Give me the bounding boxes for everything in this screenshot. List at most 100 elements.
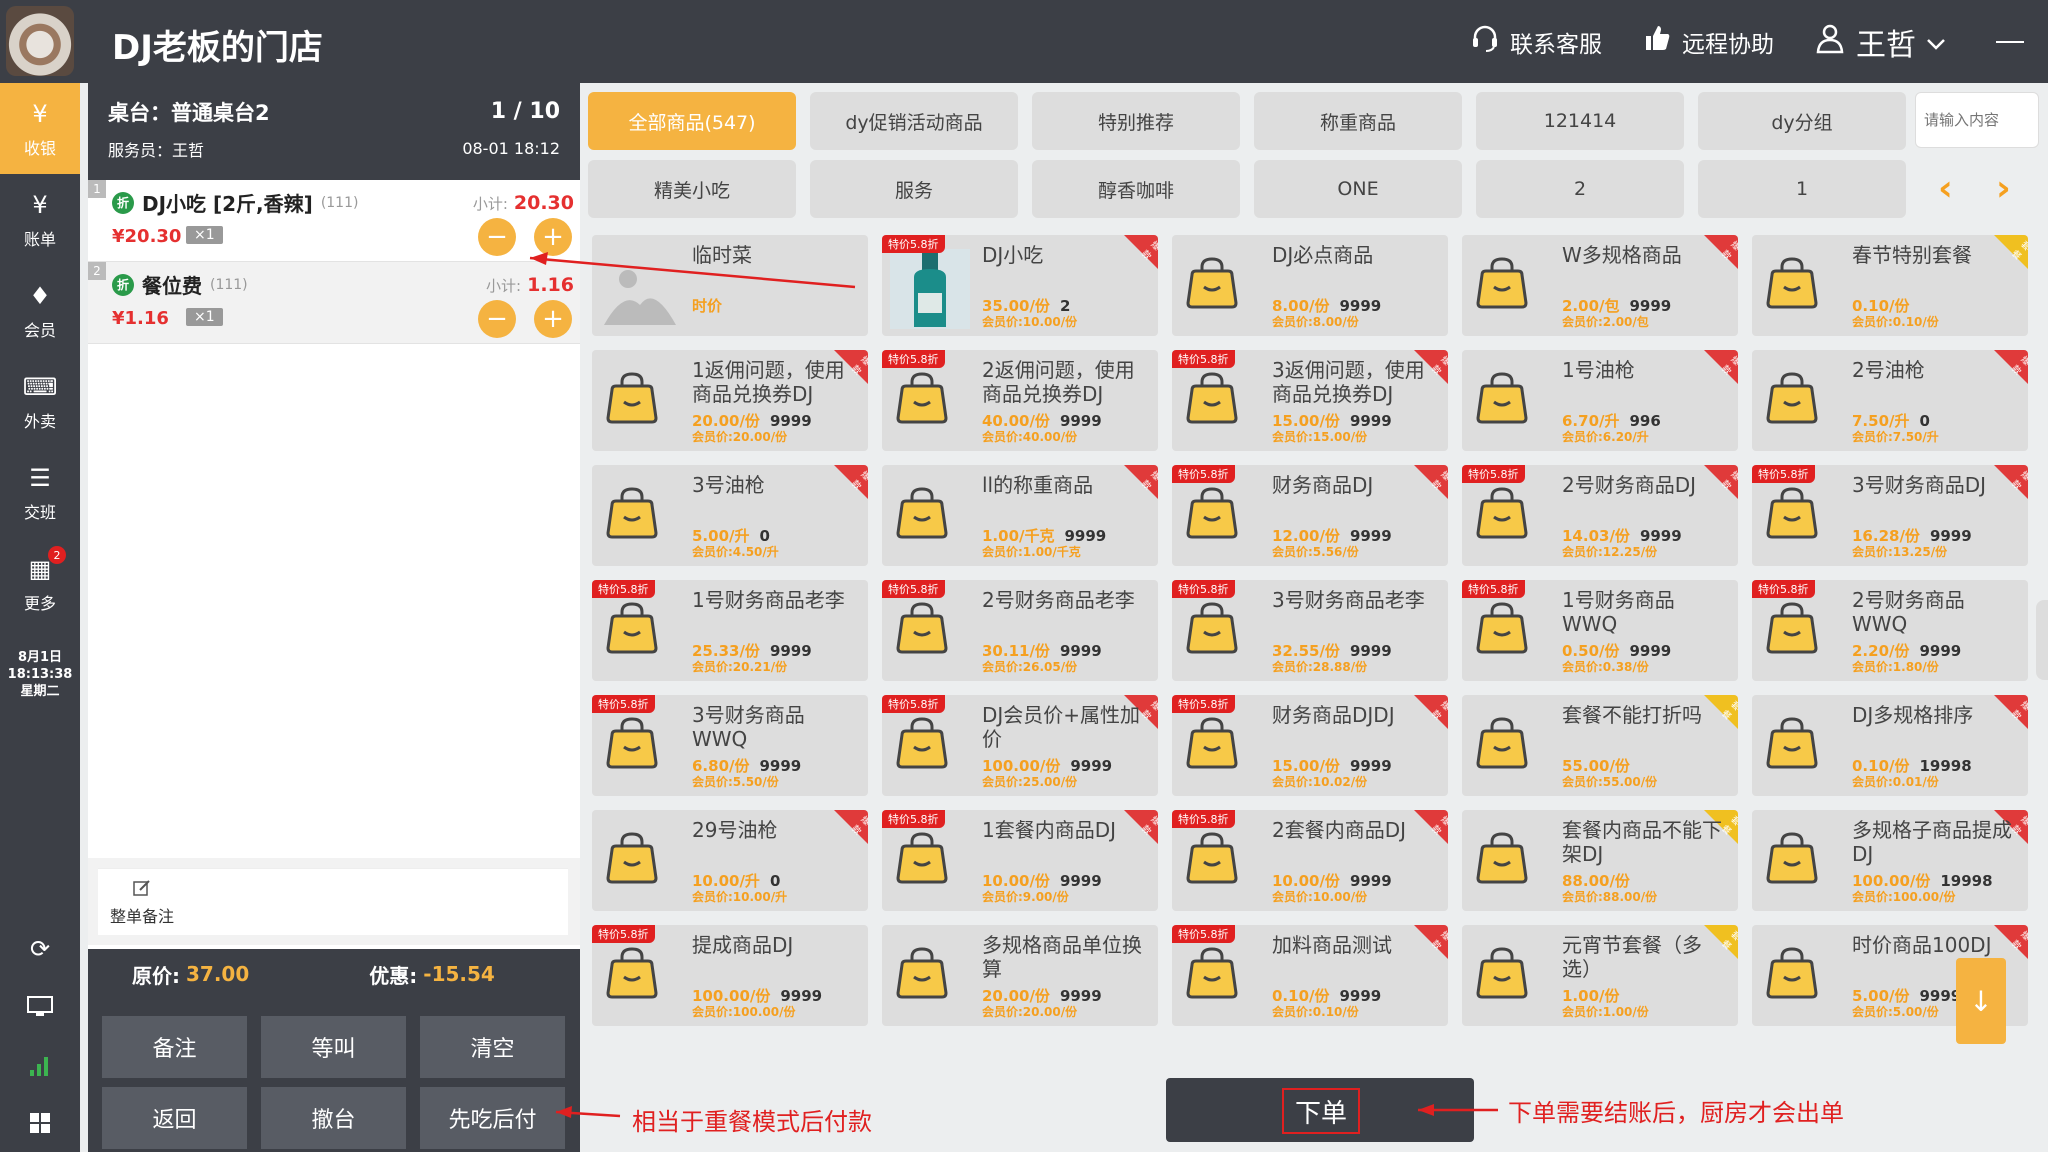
product-card[interactable]: 爆款 1号油枪 6.70/升 996 会员价:6.20/升 <box>1462 350 1738 451</box>
order-remark-button[interactable]: 整单备注 <box>98 868 568 935</box>
nav-item-6[interactable]: ▦ 更多 2 <box>0 538 80 629</box>
product-card[interactable]: 特价5.8折 爆款 财务商品DJ 12.00/份 9999 会员价:5.56/份 <box>1172 465 1448 566</box>
member-price: 会员价:100.00/份 <box>692 1005 796 1019</box>
product-card[interactable]: 特价5.8折 1号财务商品老李 25.33/份 9999 会员价:20.21/份 <box>592 580 868 681</box>
category-tab[interactable]: 精美小吃 <box>588 160 796 218</box>
member-price: 会员价:40.00/份 <box>982 430 1078 444</box>
product-card[interactable]: 爆款 3号油枪 5.00/升 0 会员价:4.50/升 <box>592 465 868 566</box>
product-card[interactable]: 临时菜 时价 <box>592 235 868 336</box>
cancel-table-button[interactable]: 撤台 <box>261 1087 406 1149</box>
category-tab[interactable]: 121414 <box>1476 92 1684 150</box>
product-card[interactable]: 爆款 29号油枪 10.00/升 0 会员价:10.00/升 <box>592 810 868 911</box>
product-card[interactable]: 特价5.8折 3号财务商品老李 32.55/份 9999 会员价:28.88/份 <box>1172 580 1448 681</box>
order-line[interactable]: 1 折 DJ小吃 [2斤,香辣] (111) 小计: 20.30 ¥20.30 ×1 − + <box>88 180 580 262</box>
nav-item-label: 更多 <box>23 593 56 613</box>
product-card[interactable]: 特价5.8折 3号财务商品WWQ 6.80/份 9999 会员价:5.50/份 <box>592 695 868 796</box>
minus-button[interactable]: − <box>478 218 516 256</box>
bill-icon: ¥ <box>32 190 48 219</box>
product-card[interactable]: 特价5.8折 爆款 财务商品DJDJ 15.00/份 9999 会员价:10.02/份 <box>1172 695 1448 796</box>
category-tab[interactable]: 服务 <box>810 160 1018 218</box>
member-price: 会员价:5.00/份 <box>1852 1005 1939 1019</box>
category-tab[interactable]: 1 <box>1698 160 1906 218</box>
plus-button[interactable]: + <box>534 300 572 338</box>
product-card[interactable]: 爆款 DJ多规格排序 0.10/份 19998 会员价:0.01/份 <box>1752 695 2028 796</box>
clear-button[interactable]: 清空 <box>420 1016 565 1078</box>
member-icon: ♦ <box>29 281 51 310</box>
product-card[interactable]: 爆款 ll的称重商品 1.00/千克 9999 会员价:1.00/千克 <box>882 465 1158 566</box>
product-card[interactable]: 特价5.8折 爆款 1套餐内商品DJ 10.00/份 9999 会员价:9.00/份 <box>882 810 1158 911</box>
prev-page-arrow-icon[interactable]: ‹ <box>1938 168 1953 209</box>
product-card[interactable]: 特价5.8折 爆款 2套餐内商品DJ 10.00/份 9999 会员价:10.00/份 <box>1172 810 1448 911</box>
product-card[interactable]: 特价5.8折 爆款 2号财务商品DJ 14.03/份 9999 会员价:12.25/份 <box>1462 465 1738 566</box>
nav-item-1[interactable]: ¥ 收银 <box>0 83 80 174</box>
product-card[interactable]: 特价5.8折 提成商品DJ 100.00/份 9999 会员价:100.00/份 <box>592 925 868 1026</box>
minimize-button[interactable] <box>1996 40 2024 43</box>
takeout-icon: ⌨ <box>22 372 58 401</box>
category-tab[interactable]: 全部商品(547) <box>588 92 796 150</box>
user-menu[interactable]: 王哲 <box>1814 20 1946 64</box>
member-price: 会员价:20.21/份 <box>692 660 788 674</box>
nav-item-label: 收银 <box>23 138 56 158</box>
nav-item-3[interactable]: ♦ 会员 <box>0 265 80 356</box>
product-name: 套餐不能打折吗 <box>1562 703 1702 727</box>
signal-icon <box>0 1036 80 1094</box>
product-card[interactable]: 爆款 多规格子商品提成DJ 100.00/份 19998 会员价:100.00/份 <box>1752 810 2028 911</box>
order-line[interactable]: 2 折餐位费 (111) 小计: 1.16 ¥1.16 ×1 − + <box>88 262 580 344</box>
product-card[interactable]: 多规格商品单位换算 20.00/份 9999 会员价:20.00/份 <box>882 925 1158 1026</box>
product-card[interactable]: 套餐 元宵节套餐（多选） 1.00/份 会员价:1.00/份 <box>1462 925 1738 1026</box>
product-card[interactable]: 特价5.8折 2返佣问题，使用商品兑换券DJ 40.00/份 9999 会员价:40.0… <box>882 350 1158 451</box>
line-price: ¥1.16 <box>112 308 169 329</box>
product-card[interactable]: 特价5.8折 1号财务商品WWQ 0.50/份 9999 会员价:0.38/份 <box>1462 580 1738 681</box>
product-card[interactable]: 套餐 套餐内商品不能下架DJ 88.00/份 会员价:88.00/份 <box>1462 810 1738 911</box>
nav-item-label: 会员 <box>23 320 56 340</box>
product-card[interactable]: 爆款 W多规格商品 2.00/包 9999 会员价:2.00/包 <box>1462 235 1738 336</box>
product-name: 3号财务商品WWQ <box>692 703 805 751</box>
plus-button[interactable]: + <box>534 218 572 256</box>
category-tab[interactable]: 特别推荐 <box>1032 92 1240 150</box>
product-card[interactable]: DJ必点商品 8.00/份 9999 会员价:8.00/份 <box>1172 235 1448 336</box>
line-quantity: ×1 <box>186 226 223 244</box>
product-card[interactable]: 特价5.8折 爆款 DJ小吃 35.00/份 2 会员价:10.00/份 <box>882 235 1158 336</box>
category-tab[interactable]: 2 <box>1476 160 1684 218</box>
product-name: 1返佣问题，使用商品兑换券DJ <box>692 358 845 406</box>
call-later-button[interactable]: 等叫 <box>261 1016 406 1078</box>
member-price: 会员价:2.00/包 <box>1562 315 1649 329</box>
side-collapse-tab[interactable] <box>2036 600 2048 680</box>
product-name: 多规格子商品提成DJ <box>1852 818 2012 866</box>
nav-item-5[interactable]: ☰ 交班 <box>0 447 80 538</box>
product-card[interactable]: 特价5.8折 2号财务商品老李 30.11/份 9999 会员价:26.05/份 <box>882 580 1158 681</box>
member-price: 会员价:10.02/份 <box>1272 775 1368 789</box>
product-card[interactable]: 套餐 春节特别套餐 0.10/份 会员价:0.10/份 <box>1752 235 2028 336</box>
remote-assist-button[interactable]: 远程协助 <box>1642 23 1774 60</box>
product-card[interactable]: 特价5.8折 爆款 加料商品测试 0.10/份 9999 会员价:0.10/份 <box>1172 925 1448 1026</box>
member-price: 会员价:20.00/份 <box>692 430 788 444</box>
category-tab[interactable]: 醇香咖啡 <box>1032 160 1240 218</box>
customer-service-button[interactable]: 联系客服 <box>1470 23 1602 60</box>
scroll-down-arrow-icon[interactable]: ↓ <box>1956 958 2006 1044</box>
thumb-icon <box>1642 23 1672 60</box>
product-card[interactable]: 特价5.8折 爆款 3号财务商品DJ 16.28/份 9999 会员价:13.25/份 <box>1752 465 2028 566</box>
apps-icon[interactable] <box>0 1094 80 1152</box>
place-order-label[interactable]: 下单 <box>1282 1088 1360 1134</box>
category-tab[interactable]: ONE <box>1254 160 1462 218</box>
monitor-icon[interactable] <box>0 978 80 1036</box>
category-tab[interactable]: dy促销活动商品 <box>810 92 1018 150</box>
note-button[interactable]: 备注 <box>102 1016 247 1078</box>
refresh-icon[interactable]: ⟳ <box>0 920 80 978</box>
back-button[interactable]: 返回 <box>102 1087 247 1149</box>
minus-button[interactable]: − <box>478 300 516 338</box>
nav-item-2[interactable]: ¥ 账单 <box>0 174 80 265</box>
register-icon: ¥ <box>32 99 48 128</box>
nav-item-4[interactable]: ⌨ 外卖 <box>0 356 80 447</box>
product-card[interactable]: 特价5.8折 爆款 3返佣问题，使用商品兑换券DJ 15.00/份 9999 会员价:15… <box>1172 350 1448 451</box>
next-page-arrow-icon[interactable]: › <box>1996 168 2011 209</box>
product-card[interactable]: 特价5.8折 爆款 DJ会员价+属性加价 100.00/份 9999 会员价:25.00/… <box>882 695 1158 796</box>
category-tab[interactable]: dy分组 <box>1698 92 1906 150</box>
eat-first-pay-later-button[interactable]: 先吃后付 <box>420 1087 565 1149</box>
product-card[interactable]: 爆款 1返佣问题，使用商品兑换券DJ 20.00/份 9999 会员价:20.00/份 <box>592 350 868 451</box>
product-card[interactable]: 套餐 套餐不能打折吗 55.00/份 会员价:55.00/份 <box>1462 695 1738 796</box>
category-tab[interactable]: 称重商品 <box>1254 92 1462 150</box>
product-card[interactable]: 爆款 2号油枪 7.50/升 0 会员价:7.50/升 <box>1752 350 2028 451</box>
search-input[interactable] <box>1915 92 2039 148</box>
product-card[interactable]: 特价5.8折 2号财务商品WWQ 2.20/份 9999 会员价:1.80/份 <box>1752 580 2028 681</box>
